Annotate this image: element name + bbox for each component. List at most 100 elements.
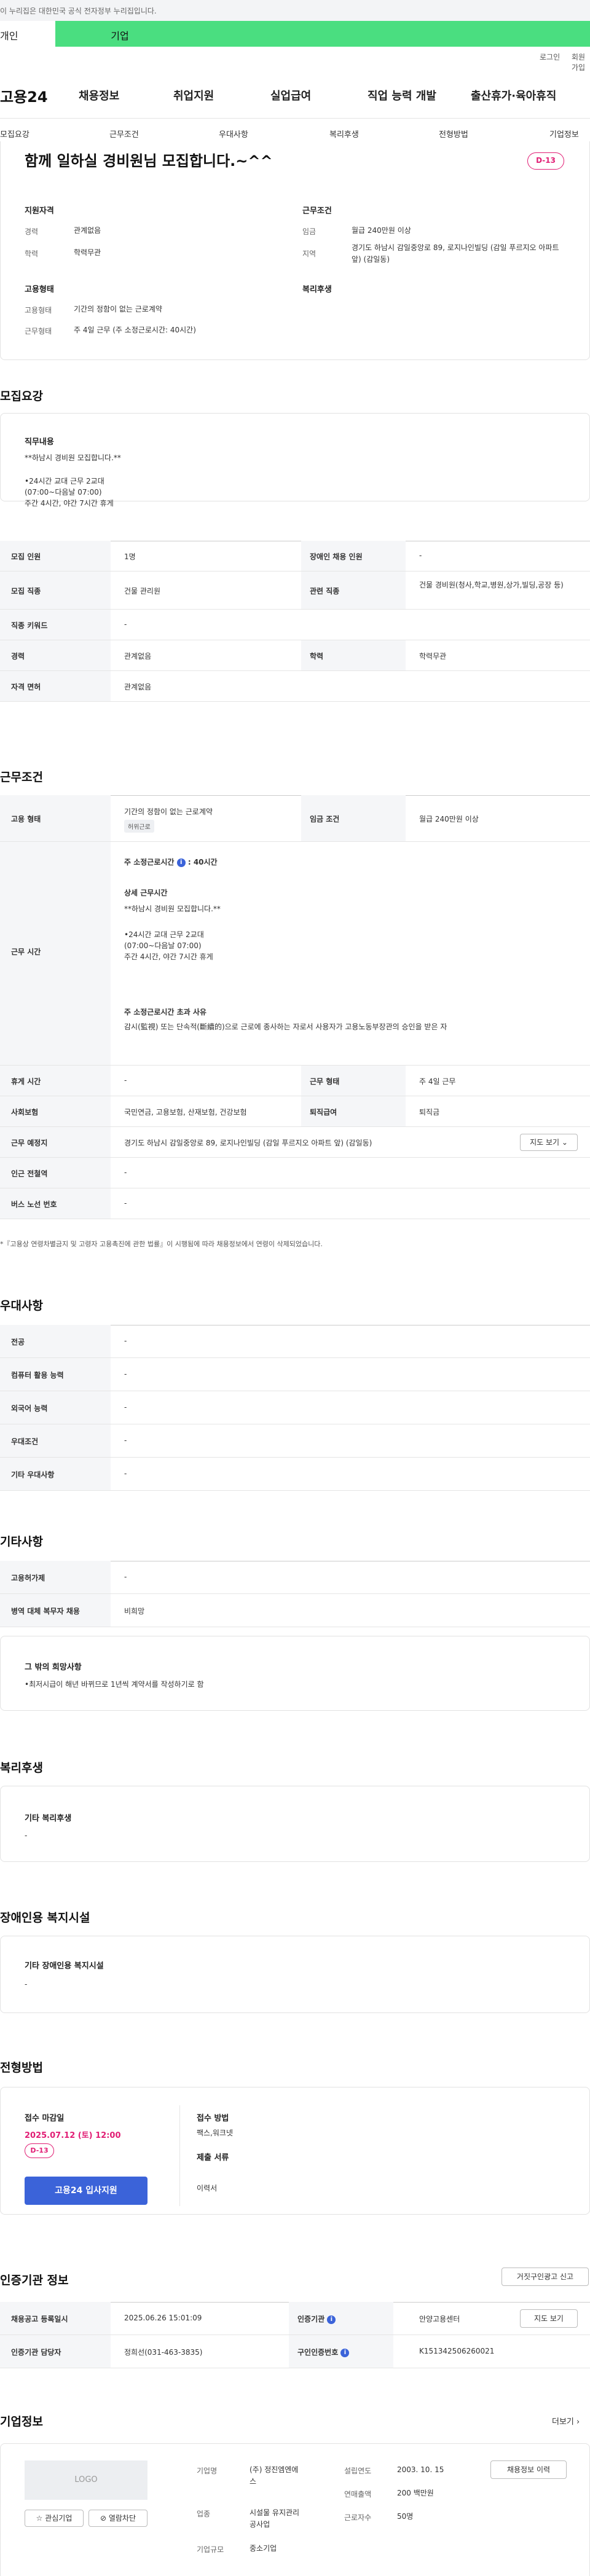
duty-heading: 직무내용: [25, 438, 54, 447]
th-org-text: 인증기관: [297, 2315, 325, 2323]
recruit-row-license: 자격 면허 관계없음: [0, 671, 590, 702]
th-hours: 근무 시간: [0, 842, 111, 1065]
th-retirement: 퇴직급여: [301, 1096, 406, 1126]
gnb-employment-support[interactable]: 취업지원: [173, 87, 214, 103]
favorite-company-button[interactable]: ☆ 관심기업: [25, 2510, 84, 2527]
pref-row-major: 전공 -: [0, 1325, 590, 1358]
subnav-company[interactable]: 기업정보: [549, 128, 579, 139]
th-military: 병역 대체 복무자 채용: [0, 1594, 111, 1627]
duty-line-4: (07:00~다음날 07:00): [25, 488, 102, 497]
th-wage-cond: 임금 조건: [301, 795, 406, 841]
th-pref-condition: 우대조건: [0, 1424, 111, 1457]
sales-value: 200 백만원: [397, 2489, 434, 2497]
info-icon[interactable]: i: [176, 858, 186, 867]
employment-heading: 고용형태: [25, 285, 54, 294]
emp-type-tag: 허위근로: [124, 820, 154, 833]
edu-value: 학력무관: [74, 248, 101, 257]
overtime-text: 감시(監視) 또는 단속적(斷續的)으로 근로에 종사하는 자로서 사용자가 고…: [124, 1023, 447, 1031]
td-break: -: [124, 1076, 127, 1085]
td-career: 관계없음: [124, 652, 152, 661]
company-size-label: 기업규모: [197, 2545, 224, 2554]
duty-line-3: •24시간 교대 근무 2교대: [25, 477, 104, 485]
company-heading: 기업정보: [0, 2415, 43, 2429]
org-info-icon[interactable]: i: [327, 2315, 336, 2324]
industry-label: 업종: [197, 2510, 211, 2518]
job-title: 함께 일하실 경비원님 모집합니다.~^^: [25, 152, 273, 170]
td-permit: -: [124, 1573, 127, 1581]
subnav-recruit[interactable]: 모집요강: [0, 128, 30, 139]
th-station: 인근 전철역: [0, 1158, 111, 1188]
gnb-jobs[interactable]: 채용정보: [79, 87, 119, 103]
td-reg-date: 2025.06.26 15:01:09: [124, 2314, 202, 2322]
emp-type-label: 고용형태: [25, 306, 52, 315]
etc-row-permit: 고용허가제 -: [0, 1561, 590, 1594]
dday-badge: D-13: [527, 152, 564, 170]
map-view-button[interactable]: 지도 보기 ⌄: [520, 1134, 578, 1151]
subnav-conditions[interactable]: 근무조건: [109, 128, 139, 139]
td-keyword: -: [124, 620, 127, 629]
work-row-place: 근무 예정지 경기도 하남시 감일중앙로 89, 로지나인빌딩 (감일 푸르지오…: [0, 1127, 590, 1158]
join-link[interactable]: 회원가입: [572, 52, 590, 73]
recruit-row-keyword: 직종 키워드 -: [0, 610, 590, 640]
qualification-heading: 지원자격: [25, 206, 54, 216]
th-bus: 버스 노선 번호: [0, 1188, 111, 1219]
founded-value: 2003. 10. 15: [397, 2465, 444, 2474]
tab-personal[interactable]: 개인: [0, 21, 55, 47]
th-career: 경력: [0, 640, 111, 670]
td-retirement: 퇴직금: [419, 1108, 440, 1117]
gnb-unemployment-benefit[interactable]: 실업급여: [270, 87, 311, 103]
industry-value: 시설물 유지관리 공사업: [250, 2508, 300, 2529]
td-station: -: [124, 1168, 127, 1177]
career-value: 관계없음: [74, 226, 101, 235]
employees-label: 근로자수: [344, 2513, 372, 2522]
welfare-summary-heading: 복리후생: [302, 285, 332, 294]
td-staff: 정희선(031-463-3835): [124, 2348, 203, 2357]
pref-row-condition: 우대조건 -: [0, 1424, 590, 1458]
work-row-bus: 버스 노선 번호 -: [0, 1188, 590, 1219]
recruit-heading: 모집요강: [0, 390, 43, 403]
hours-title-text: 주 소정근로시간: [124, 858, 175, 866]
other-wish-text: •최저시급이 해년 바뀌므로 1년씩 계약서를 작성하기로 함: [25, 1680, 204, 1689]
td-related-job: 건물 경비원(청사,학교,병원,상가,빌딩,공장 등): [419, 581, 564, 589]
apply-button[interactable]: 고용24 입사지원: [25, 2177, 148, 2205]
th-license: 자격 면허: [0, 671, 111, 701]
login-link[interactable]: 로그인: [540, 52, 560, 62]
gnb-parental-leave[interactable]: 출산휴가·육아휴직: [471, 87, 556, 103]
etc-heading: 기타사항: [0, 1535, 43, 1549]
td-place: 경기도 하남시 감일중앙로 89, 로지나인빌딩 (감일 푸르지오 아파트 앞)…: [124, 1139, 372, 1147]
site-logo[interactable]: 고용24: [0, 85, 48, 106]
th-permit: 고용허가제: [0, 1561, 111, 1593]
founded-label: 설립연도: [344, 2467, 372, 2475]
subnav-preference[interactable]: 우대사항: [219, 128, 248, 139]
th-job-no-text: 구인인증번호: [297, 2348, 339, 2357]
method-label: 접수 방법: [197, 2114, 229, 2123]
detail-hours-title: 상세 근무시간: [124, 889, 168, 897]
block-company-button[interactable]: ⊘ 열람차단: [88, 2510, 148, 2527]
duty-line-5: 주간 4시간, 야간 7시간 휴게: [25, 499, 114, 508]
td-major: -: [124, 1337, 127, 1345]
td-pref-condition: -: [124, 1436, 127, 1445]
selection-heading: 전형방법: [0, 2061, 43, 2075]
wage-value: 월급 240만원 이상: [352, 226, 411, 235]
subnav-selection[interactable]: 전형방법: [439, 128, 468, 139]
agency-heading: 인증기관 정보: [0, 2274, 69, 2287]
subnav-welfare[interactable]: 복리후생: [329, 128, 359, 139]
agency-map-button[interactable]: 지도 보기: [520, 2309, 578, 2328]
false-ad-report-button[interactable]: 거짓구인광고 신고: [502, 2268, 589, 2286]
job-history-button[interactable]: 채용정보 이력: [490, 2460, 567, 2479]
overtime-title: 주 소정근로시간 초과 사유: [124, 1008, 206, 1016]
detail-line-4: (07:00~다음날 07:00): [124, 941, 202, 950]
docs-value: 이력서: [197, 2184, 218, 2193]
th-computer: 컴퓨터 활용 능력: [0, 1358, 111, 1391]
company-more-link[interactable]: 더보기 ›: [552, 2415, 580, 2427]
td-job: 건물 관리원: [124, 587, 161, 595]
jobno-info-icon[interactable]: i: [340, 2348, 350, 2357]
th-related-job: 관련 직종: [301, 571, 406, 609]
gnb-skills[interactable]: 직업 능력 개발: [368, 87, 436, 103]
th-pref-other: 기타 우대사항: [0, 1458, 111, 1490]
work-form-value: 주 4일 근무 (주 소정근로시간: 40시간): [74, 326, 196, 334]
th-job: 모집 직종: [0, 571, 111, 609]
tab-company[interactable]: 기업: [55, 21, 184, 47]
docs-label: 제출 서류: [197, 2153, 229, 2162]
work-form-label: 근무형태: [25, 327, 52, 336]
